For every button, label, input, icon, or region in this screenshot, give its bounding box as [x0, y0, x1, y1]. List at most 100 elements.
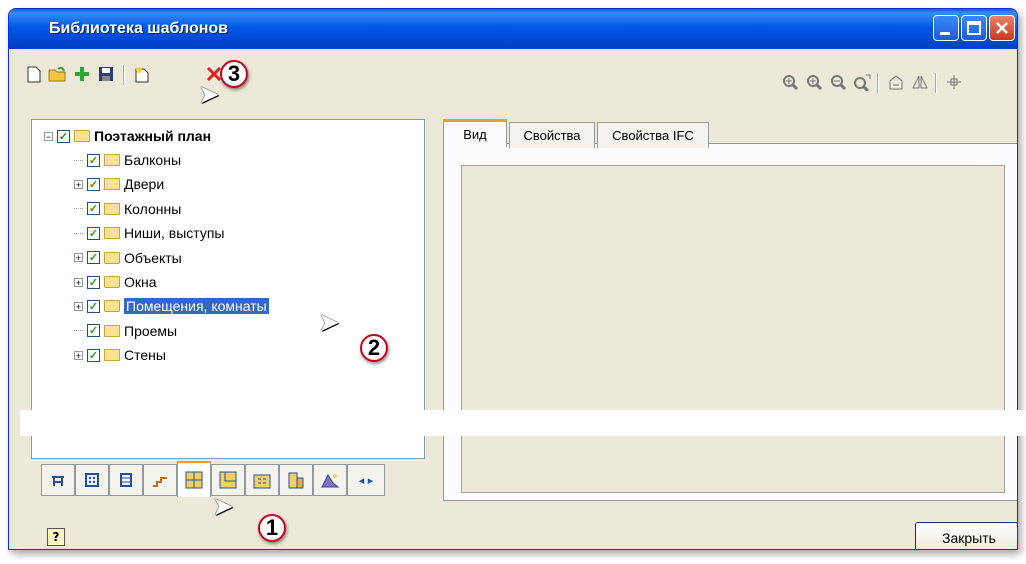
center-button[interactable]	[943, 71, 965, 93]
expand-icon[interactable]: +	[74, 179, 83, 189]
close-window-button[interactable]	[989, 15, 1015, 41]
tree-item-label: Объекты	[124, 249, 182, 266]
checkbox-icon[interactable]: ✓	[57, 129, 70, 143]
folder-icon	[104, 154, 120, 166]
tab-floor-plan[interactable]	[177, 461, 211, 497]
checkbox-icon[interactable]: ✓	[87, 251, 100, 265]
checkbox-icon[interactable]: ✓	[87, 153, 100, 167]
tab-list[interactable]	[109, 464, 143, 496]
folder-icon	[104, 202, 120, 215]
mouse-cursor-icon: ➤	[212, 492, 234, 522]
tree-item-label: Ниши, выступы	[124, 225, 225, 242]
zoom-out-button[interactable]	[827, 71, 849, 93]
checkbox-icon[interactable]: ✓	[87, 177, 100, 191]
tab-properties-ifc[interactable]: Свойства IFC	[597, 122, 709, 148]
tree-item[interactable]: + ✓ Помещения, комнаты	[74, 295, 269, 317]
tree-root-label: Поэтажный план	[94, 128, 212, 144]
tree-connector	[74, 159, 83, 161]
tree-item[interactable]: + ✓ Стены	[74, 344, 166, 366]
folder-icon	[104, 227, 120, 240]
mirror-icon	[912, 75, 928, 89]
list-icon	[120, 473, 132, 487]
open-library-button[interactable]	[47, 63, 69, 85]
callout-1: 1	[258, 514, 286, 542]
building-icon	[288, 472, 304, 489]
preview-area	[461, 165, 1005, 493]
help-button[interactable]: ?	[47, 528, 65, 546]
title-bar[interactable]: Библиотека шаблонов	[9, 9, 1017, 49]
template-library-window: Библиотека шаблонов − ✓ Поэтажный план ✓…	[8, 8, 1018, 550]
tree-item[interactable]: ✓ Балконы	[74, 149, 181, 171]
save-button[interactable]	[95, 63, 117, 85]
zoom-window-button[interactable]	[779, 71, 801, 93]
folder-icon	[104, 300, 120, 313]
toolbar-separator	[935, 73, 937, 93]
mirror-button[interactable]	[909, 71, 931, 93]
window-title: Библиотека шаблонов	[49, 20, 228, 37]
collapse-icon[interactable]: −	[44, 131, 53, 141]
stool-icon	[52, 476, 64, 486]
plan-icon	[219, 471, 237, 489]
tab-view[interactable]: Вид	[443, 119, 507, 147]
tree-item[interactable]: + ✓ Объекты	[74, 247, 182, 269]
tree-root[interactable]: − ✓ Поэтажный план	[44, 125, 211, 147]
facade-icon	[253, 474, 271, 489]
add-button[interactable]	[71, 63, 93, 85]
expand-icon[interactable]: +	[74, 253, 83, 263]
tree-connector	[74, 330, 83, 332]
tab-panel[interactable]	[75, 464, 109, 496]
expand-icon[interactable]: +	[74, 350, 83, 360]
preview-panel: Вид Свойства Свойства IFC	[443, 119, 1017, 501]
rotate-button[interactable]	[885, 71, 907, 93]
checkbox-icon[interactable]: ✓	[87, 348, 100, 362]
tree-item-label: Помещения, комнаты	[124, 298, 269, 315]
landscape-icon	[321, 473, 339, 488]
checkbox-icon[interactable]: ✓	[87, 275, 100, 289]
new-library-button[interactable]	[23, 63, 45, 85]
tree-item[interactable]: ✓ Проемы	[74, 320, 177, 342]
tab-stairs[interactable]	[143, 464, 177, 496]
center-icon	[947, 75, 961, 89]
tree-item-label: Двери	[124, 176, 165, 193]
scroll-arrows-icon: ◂ ▸	[358, 473, 374, 487]
tree-item-label: Окна	[124, 274, 157, 290]
zoom-all-button[interactable]	[851, 71, 873, 93]
zoom-window-icon	[783, 75, 799, 91]
expand-icon[interactable]: +	[74, 277, 83, 287]
close-button[interactable]: Закрыть	[915, 522, 1017, 549]
tree-item[interactable]: ✓ Колонны	[74, 198, 181, 220]
new-template-icon	[135, 66, 149, 82]
open-icon	[48, 66, 66, 82]
tab-furniture[interactable]	[41, 464, 75, 496]
tab-scroll-arrows[interactable]: ◂ ▸	[347, 464, 385, 496]
mouse-cursor-icon: ➤	[198, 80, 220, 110]
tree-item[interactable]: + ✓ Окна	[74, 271, 157, 293]
folder-icon	[104, 251, 120, 264]
zoom-all-icon	[854, 74, 871, 91]
folder-icon	[104, 276, 120, 288]
expand-icon[interactable]: +	[74, 301, 83, 311]
minimize-button[interactable]	[933, 15, 959, 41]
help-icon: ?	[52, 530, 60, 544]
tree-connector	[74, 208, 83, 210]
checkbox-icon[interactable]: ✓	[87, 299, 100, 313]
category-tree[interactable]: − ✓ Поэтажный план ✓ Балконы + ✓ Двери ✓ Колон…	[31, 119, 425, 459]
callout-3: 3	[220, 60, 248, 88]
maximize-button[interactable]	[961, 15, 987, 41]
tab-building[interactable]	[279, 464, 313, 496]
overlay-stripe	[20, 410, 1026, 436]
stairs-icon	[153, 477, 167, 487]
tab-properties[interactable]: Свойства	[509, 122, 595, 148]
checkbox-icon[interactable]: ✓	[87, 202, 100, 216]
new-template-button[interactable]	[131, 63, 153, 85]
rotate-icon	[889, 75, 903, 90]
tab-landscape[interactable]	[313, 464, 347, 496]
checkbox-icon[interactable]: ✓	[87, 226, 100, 240]
tree-item[interactable]: + ✓ Двери	[74, 173, 164, 195]
tree-item[interactable]: ✓ Ниши, выступы	[74, 222, 224, 244]
zoom-in-button[interactable]	[803, 71, 825, 93]
tree-item-label: Стены	[124, 347, 166, 364]
tab-facade[interactable]	[245, 464, 279, 496]
folder-icon	[74, 130, 90, 142]
checkbox-icon[interactable]: ✓	[87, 324, 100, 338]
